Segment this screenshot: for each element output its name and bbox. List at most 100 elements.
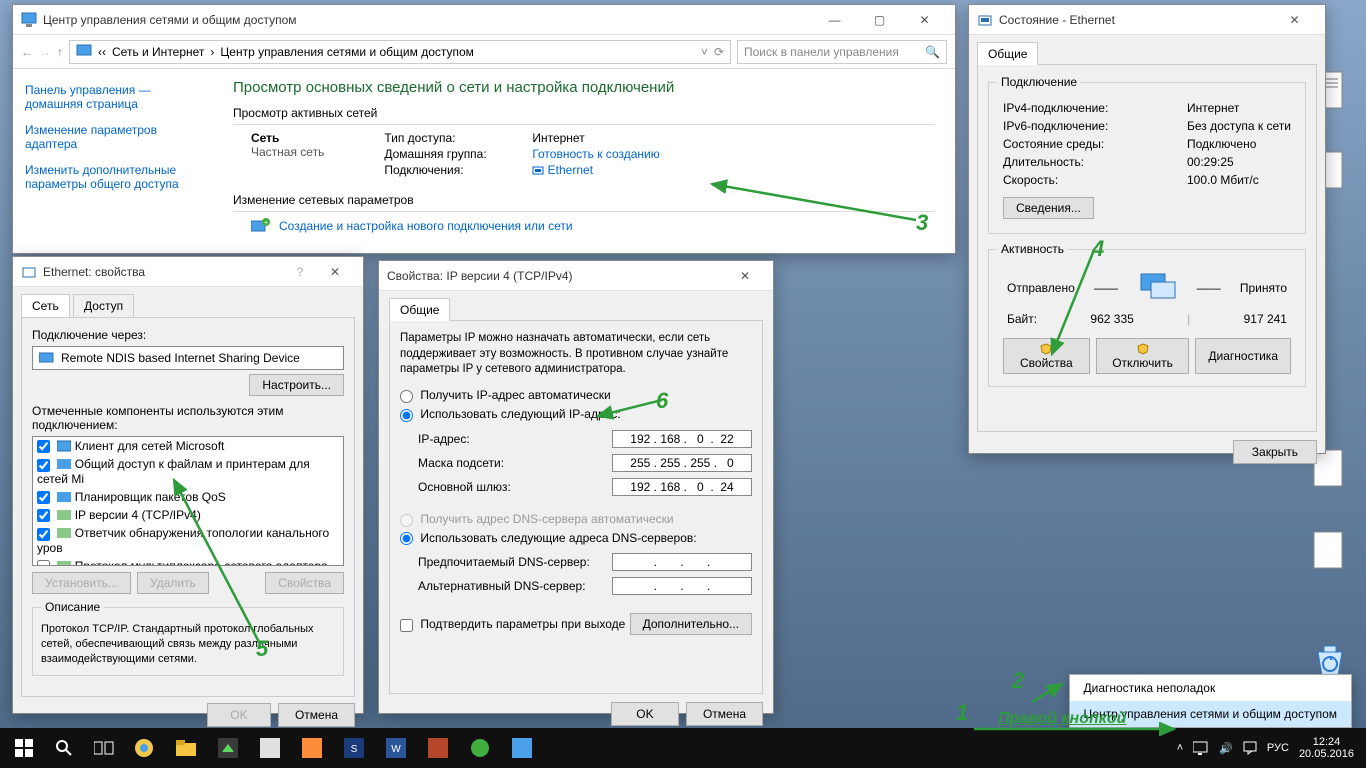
diagnose-button[interactable]: Диагностика xyxy=(1195,338,1291,374)
tab-access[interactable]: Доступ xyxy=(73,294,134,318)
install-button[interactable]: Установить... xyxy=(32,572,131,594)
titlebar[interactable]: Состояние - Ethernet ✕ xyxy=(969,5,1325,35)
item-properties-button[interactable]: Свойства xyxy=(265,572,344,594)
disable-button[interactable]: Отключить xyxy=(1096,338,1190,374)
ipv6-label: IPv6-подключение: xyxy=(1003,119,1187,133)
pref-dns-label: Предпочитаемый DNS-сервер: xyxy=(418,555,612,569)
close-button[interactable]: ✕ xyxy=(725,261,765,291)
mask-input[interactable] xyxy=(612,454,752,472)
help-button[interactable]: ? xyxy=(285,257,315,287)
description-text: Протокол TCP/IP. Стандартный протокол гл… xyxy=(41,622,335,667)
refresh-icon[interactable]: ⟳ xyxy=(714,45,724,59)
breadcrumb[interactable]: ‹‹ Сеть и Интернет › Центр управления се… xyxy=(69,40,731,64)
details-button[interactable]: Сведения... xyxy=(1003,197,1094,219)
shield-icon xyxy=(1137,343,1149,355)
up-button[interactable]: ↑ xyxy=(57,45,63,59)
search-button[interactable] xyxy=(44,728,84,768)
homegroup-link[interactable]: Готовность к созданию xyxy=(532,147,659,161)
ok-button[interactable]: OK xyxy=(207,703,270,727)
close-button[interactable]: ✕ xyxy=(902,5,947,35)
adapter-field: Remote NDIS based Internet Sharing Devic… xyxy=(32,346,344,370)
status-dialog: Состояние - Ethernet ✕ Общие Подключение… xyxy=(968,4,1326,454)
annotation-5: 5 xyxy=(256,636,268,662)
dropdown-icon[interactable]: ˅ xyxy=(701,45,708,59)
window-title: Состояние - Ethernet xyxy=(999,13,1272,27)
validate-checkbox[interactable]: Подтвердить параметры при выходе xyxy=(400,617,625,631)
sidebar-home-link[interactable]: Панель управления — домашняя страница xyxy=(25,83,201,111)
taskbar-app[interactable] xyxy=(250,728,290,768)
taskbar-app[interactable] xyxy=(292,728,332,768)
annotation-6: 6 xyxy=(656,388,668,414)
list-item-ipv4[interactable]: IP версии 4 (TCP/IPv4) xyxy=(33,506,343,524)
volume-icon[interactable]: 🔊 xyxy=(1219,742,1233,755)
close-button[interactable]: ✕ xyxy=(1272,5,1317,35)
new-connection-link[interactable]: Создание и настройка нового подключения … xyxy=(279,219,573,233)
sidebar-adapter-link[interactable]: Изменение параметров адаптера xyxy=(25,123,201,151)
use-ip-radio[interactable]: Использовать следующий IP-адрес: xyxy=(400,407,621,421)
network-tray-icon[interactable] xyxy=(1193,741,1209,755)
list-item[interactable]: Ответчик обнаружения топологии канальног… xyxy=(33,524,343,556)
gateway-label: Основной шлюз: xyxy=(418,480,612,494)
cancel-button[interactable]: Отмена xyxy=(686,702,763,726)
language-indicator[interactable]: РУС xyxy=(1267,742,1289,754)
taskbar-app[interactable]: S xyxy=(334,728,374,768)
uninstall-button[interactable]: Удалить xyxy=(137,572,209,594)
tab-general[interactable]: Общие xyxy=(389,298,450,321)
tab-network[interactable]: Сеть xyxy=(21,294,70,317)
minimize-button[interactable]: — xyxy=(812,5,857,35)
components-list[interactable]: Клиент для сетей Microsoft Общий доступ … xyxy=(32,436,344,566)
annotation-4: 4 xyxy=(1092,236,1104,262)
titlebar[interactable]: Центр управления сетями и общим доступом… xyxy=(13,5,955,35)
active-nets-label: Просмотр активных сетей xyxy=(233,106,935,120)
breadcrumb-item[interactable]: Центр управления сетями и общим доступом xyxy=(220,45,474,59)
action-center-icon[interactable] xyxy=(1243,741,1257,755)
connection-group: Подключение xyxy=(997,75,1081,89)
taskbar-app[interactable] xyxy=(418,728,458,768)
help-text: Параметры IP можно назначать автоматичес… xyxy=(400,331,752,378)
list-item[interactable]: Общий доступ к файлам и принтерам для се… xyxy=(33,455,343,487)
back-button[interactable]: ← xyxy=(21,45,33,59)
computers-icon xyxy=(1137,272,1177,304)
auto-ip-radio[interactable]: Получить IP-адрес автоматически xyxy=(400,388,611,402)
taskbar-app[interactable] xyxy=(502,728,542,768)
taskbar-app[interactable] xyxy=(208,728,248,768)
activity-group: Активность xyxy=(997,242,1068,256)
taskbar-app[interactable] xyxy=(460,728,500,768)
titlebar[interactable]: Свойства: IP версии 4 (TCP/IPv4) ✕ xyxy=(379,261,773,291)
list-item[interactable]: Планировщик пакетов QoS xyxy=(33,488,343,506)
pref-dns-input[interactable] xyxy=(612,553,752,571)
properties-button[interactable]: Свойства xyxy=(1003,338,1090,374)
start-button[interactable] xyxy=(4,728,44,768)
gateway-input[interactable] xyxy=(612,478,752,496)
use-dns-radio[interactable]: Использовать следующие адреса DNS-сервер… xyxy=(400,531,697,545)
close-dialog-button[interactable]: Закрыть xyxy=(1233,440,1317,464)
clock[interactable]: 12:24 20.05.2016 xyxy=(1299,736,1354,760)
taskbar-app-chrome[interactable] xyxy=(124,728,164,768)
tab-general[interactable]: Общие xyxy=(977,42,1038,65)
alt-dns-input[interactable] xyxy=(612,577,752,595)
list-item[interactable]: Клиент для сетей Microsoft xyxy=(33,437,343,455)
task-view-button[interactable] xyxy=(84,728,124,768)
list-item[interactable]: Протокол мультиплексора сетевого адаптер… xyxy=(33,557,343,566)
forward-button[interactable]: → xyxy=(39,45,51,59)
tray-up-icon[interactable]: ˄ xyxy=(1177,742,1183,754)
taskbar-app-word[interactable]: W xyxy=(376,728,416,768)
maximize-button[interactable]: ▢ xyxy=(857,5,902,35)
taskbar-app-explorer[interactable] xyxy=(166,728,206,768)
ok-button[interactable]: OK xyxy=(611,702,678,726)
ip-input[interactable] xyxy=(612,430,752,448)
mask-label: Маска подсети: xyxy=(418,456,612,470)
desktop-icon[interactable] xyxy=(1310,530,1354,574)
titlebar[interactable]: Ethernet: свойства ? ✕ xyxy=(13,257,363,287)
cancel-button[interactable]: Отмена xyxy=(278,703,355,727)
search-input[interactable]: Поиск в панели управления 🔍 xyxy=(737,40,947,64)
sidebar-sharing-link[interactable]: Изменить дополнительные параметры общего… xyxy=(25,163,201,191)
ethernet-icon xyxy=(21,264,37,280)
ethernet-link[interactable]: Ethernet xyxy=(532,163,659,177)
configure-button[interactable]: Настроить... xyxy=(249,374,344,396)
menu-diagnose[interactable]: Диагностика неполадок xyxy=(1070,675,1352,701)
breadcrumb-item[interactable]: Сеть и Интернет xyxy=(112,45,204,59)
advanced-button[interactable]: Дополнительно... xyxy=(630,613,752,635)
speed-label: Скорость: xyxy=(1003,173,1187,187)
close-button[interactable]: ✕ xyxy=(315,257,355,287)
